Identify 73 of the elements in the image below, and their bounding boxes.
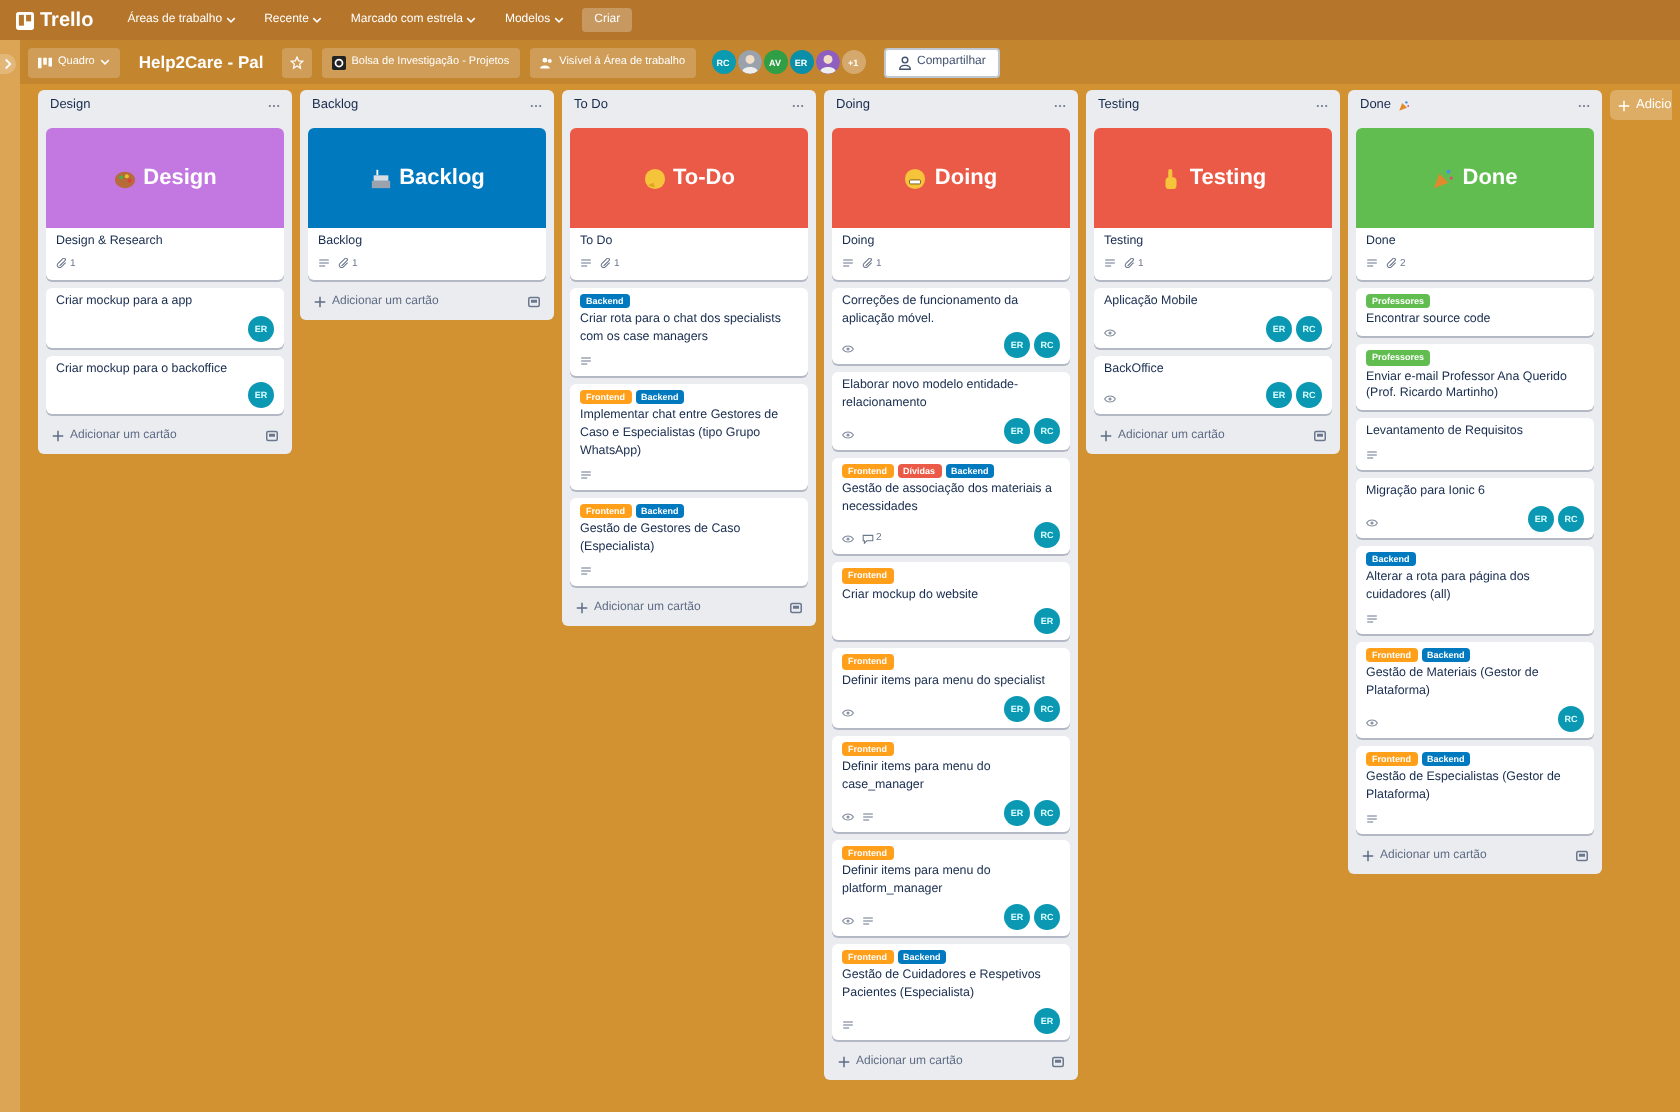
eye-icon (1366, 517, 1378, 528)
description-icon (842, 258, 854, 269)
paperclip-icon (338, 258, 350, 269)
paperclip-icon (1124, 258, 1136, 269)
palette-icon (113, 167, 136, 189)
chevron-right-icon (4, 58, 12, 70)
star-icon (289, 55, 304, 69)
sidebar-toggle[interactable] (0, 54, 16, 74)
description-icon (1366, 814, 1378, 825)
people-icon (539, 55, 554, 69)
eye-icon (1104, 394, 1116, 405)
cover-title: Design (143, 166, 217, 190)
logo-text: Trello (40, 9, 94, 31)
template-icon[interactable] (266, 430, 278, 443)
person-icon (897, 55, 912, 69)
description-icon (580, 469, 592, 480)
member-avatar[interactable] (815, 50, 840, 74)
party-popper-icon (1432, 167, 1455, 189)
eye-icon (1366, 717, 1378, 728)
plus-icon (1618, 99, 1630, 111)
eye-icon (842, 429, 854, 440)
template-icon[interactable] (528, 295, 540, 308)
board-icon (16, 11, 34, 29)
description-icon (842, 1019, 854, 1030)
paperclip-icon (862, 258, 874, 269)
cover-title: Doing (934, 166, 998, 190)
cover-title: Done (1462, 166, 1518, 190)
description-icon (580, 565, 592, 576)
board-title[interactable]: Help2Care - Pal (130, 52, 272, 72)
plus-icon (838, 1055, 850, 1068)
caret-icon (226, 16, 237, 24)
description-icon (580, 355, 592, 366)
eye-icon (842, 533, 854, 544)
board-icon (38, 55, 52, 69)
member-avatar[interactable] (737, 50, 762, 74)
cake-icon (369, 167, 392, 189)
comment-icon (862, 533, 874, 544)
eye-icon (842, 344, 854, 355)
cover-title: Backlog (399, 166, 485, 190)
trello-logo[interactable]: Trello (16, 9, 94, 31)
plus-icon (1100, 430, 1112, 443)
grimace-face-icon (904, 167, 927, 189)
description-icon (1366, 449, 1378, 460)
template-icon[interactable] (1314, 430, 1326, 443)
description-icon (580, 258, 592, 269)
plus-icon (314, 295, 326, 308)
caret-icon (100, 58, 111, 66)
description-icon (1366, 613, 1378, 624)
description-icon (862, 915, 874, 926)
paperclip-icon (600, 258, 612, 269)
caret-icon (554, 16, 565, 24)
plus-icon (52, 430, 64, 443)
plus-icon (576, 601, 588, 614)
description-icon (1104, 258, 1116, 269)
description-icon (862, 811, 874, 822)
eye-icon (842, 707, 854, 718)
caret-icon (466, 16, 477, 24)
cover-title: To-Do (673, 166, 735, 190)
template-icon[interactable] (1052, 1055, 1064, 1068)
eye-icon (842, 811, 854, 822)
paperclip-icon (56, 258, 68, 269)
plus-icon (1362, 850, 1374, 863)
description-icon (318, 258, 330, 269)
description-icon (1366, 258, 1378, 269)
eye-icon (1104, 327, 1116, 338)
paperclip-icon (1386, 258, 1398, 269)
workspace-icon (331, 55, 346, 69)
template-icon[interactable] (790, 601, 802, 614)
caret-icon (312, 16, 323, 24)
template-icon[interactable] (1576, 850, 1588, 863)
cover-title: Testing (1189, 166, 1267, 190)
star-button[interactable] (281, 47, 312, 77)
eye-icon (842, 915, 854, 926)
